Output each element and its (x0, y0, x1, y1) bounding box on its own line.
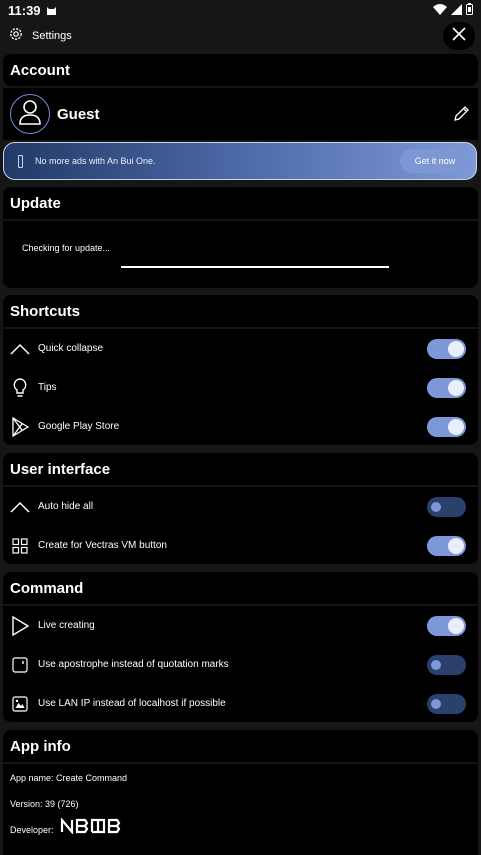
play-icon (9, 615, 31, 637)
account-section-header: Account (3, 54, 478, 86)
battery-icon (466, 2, 473, 18)
close-button[interactable] (443, 22, 475, 50)
shortcut-tips[interactable]: Tips (3, 368, 478, 407)
wifi-icon (433, 3, 447, 18)
signal-icon (451, 3, 462, 18)
user-icon (15, 97, 45, 132)
setting-label: Use apostrophe instead of quotation mark… (38, 659, 229, 670)
section-title: Command (3, 572, 478, 606)
top-bar: Settings (0, 20, 481, 52)
command-use-apostrophe[interactable]: Use apostrophe instead of quotation mark… (3, 645, 478, 684)
section-title: App info (3, 730, 478, 764)
lightbulb-icon (9, 377, 31, 399)
app-name-text: App name: Create Command (10, 773, 128, 783)
setting-label: Live creating (38, 620, 95, 631)
gear-icon[interactable] (8, 26, 24, 47)
ui-create-vectras-button[interactable]: Create for Vectras VM button (3, 526, 478, 564)
update-status-text: Checking for update... (22, 243, 111, 253)
tips-toggle[interactable] (427, 377, 466, 398)
setting-label: Use LAN IP instead of localhost if possi… (38, 698, 226, 709)
phone-icon (18, 154, 23, 168)
get-it-now-button[interactable]: Get it now (400, 149, 470, 173)
developer-logo (60, 816, 124, 839)
setting-label: Tips (38, 382, 57, 393)
grid-icon (9, 535, 31, 557)
close-icon (452, 26, 466, 46)
chevron-up-icon (9, 338, 31, 360)
setting-label: Create for Vectras VM button (38, 540, 167, 551)
section-title: Account (10, 61, 70, 79)
update-card: Update Checking for update... (3, 187, 478, 288)
edit-pencil-icon[interactable] (453, 105, 470, 127)
profile-row[interactable]: Guest (3, 88, 478, 140)
command-live-creating[interactable]: Live creating (3, 606, 478, 645)
user-interface-card: User interface Auto hide all Create for … (3, 453, 478, 564)
google-play-store-toggle[interactable] (427, 416, 466, 437)
page-title: Settings (32, 30, 72, 42)
setting-label: Quick collapse (38, 343, 104, 354)
version-text: Version: 39 (726) (10, 799, 79, 809)
section-title: Update (3, 187, 478, 221)
status-bar: 11:39 (0, 0, 481, 20)
shortcuts-card: Shortcuts Quick collapse Tips Google Pla… (3, 295, 478, 445)
cat-notification-icon (46, 5, 57, 16)
auto-hide-all-toggle[interactable] (427, 496, 466, 517)
setting-label: Auto hide all (38, 501, 94, 512)
quote-box-icon (9, 654, 31, 676)
shortcut-quick-collapse[interactable]: Quick collapse (3, 329, 478, 368)
setting-label: Google Play Store (38, 421, 120, 432)
section-title: Shortcuts (3, 295, 478, 329)
command-card: Command Live creating Use apostrophe ins… (3, 572, 478, 722)
avatar (10, 94, 50, 134)
use-apostrophe-toggle[interactable] (427, 654, 466, 675)
developer-label: Developer: (10, 825, 54, 835)
banner-text: No more ads with An Bui One. (35, 156, 156, 166)
section-title: User interface (3, 453, 478, 487)
use-lan-ip-toggle[interactable] (427, 693, 466, 714)
play-store-icon (9, 416, 31, 438)
shortcut-google-play-store[interactable]: Google Play Store (3, 407, 478, 445)
network-box-icon (9, 693, 31, 715)
user-name: Guest (57, 106, 100, 123)
live-creating-toggle[interactable] (427, 615, 466, 636)
chevron-up-icon (9, 496, 31, 518)
quick-collapse-toggle[interactable] (427, 338, 466, 359)
command-use-lan-ip[interactable]: Use LAN IP instead of localhost if possi… (3, 684, 478, 722)
ui-auto-hide-all[interactable]: Auto hide all (3, 487, 478, 526)
status-time: 11:39 (8, 2, 41, 18)
update-progress-bar (121, 266, 389, 268)
upgrade-banner[interactable]: No more ads with An Bui One. Get it now (3, 142, 477, 180)
create-vectras-toggle[interactable] (427, 535, 466, 556)
